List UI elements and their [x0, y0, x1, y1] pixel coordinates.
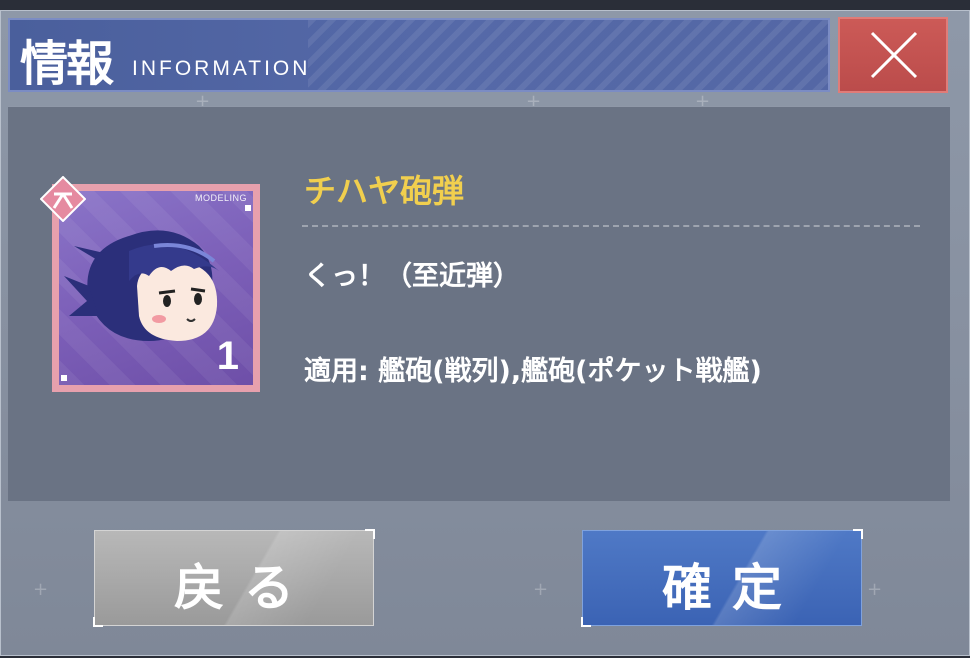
- corner-tick: [853, 529, 863, 539]
- close-button[interactable]: [838, 17, 948, 93]
- item-count: 1: [216, 334, 239, 378]
- confirm-button[interactable]: 確定: [581, 529, 863, 627]
- item-name: チハヤ砲弾: [304, 172, 465, 210]
- header-stripes: [308, 20, 828, 90]
- confirm-button-label: 確定: [662, 558, 802, 617]
- back-button[interactable]: 戻る: [93, 529, 375, 627]
- item-type-badge: [39, 175, 87, 223]
- corner-marker: [245, 205, 251, 211]
- item-applicable: 適用: 艦砲(戦列),艦砲(ポケット戦艦): [304, 356, 762, 387]
- corner-marker: [61, 375, 67, 381]
- modeling-label: MODELING: [194, 193, 247, 203]
- corner-tick: [365, 529, 375, 539]
- dialog-title: 情報: [20, 36, 114, 92]
- item-image: MODELING 1: [59, 191, 253, 385]
- ammo-type-icon: [39, 175, 87, 223]
- close-icon: [870, 31, 918, 79]
- back-button-label: 戻る: [174, 558, 314, 617]
- item-description: くっ！（至近弾）: [304, 261, 520, 292]
- dialog-subtitle: INFORMATION: [132, 57, 311, 80]
- dialog-header: 情報 INFORMATION: [8, 18, 830, 92]
- divider: [302, 225, 920, 227]
